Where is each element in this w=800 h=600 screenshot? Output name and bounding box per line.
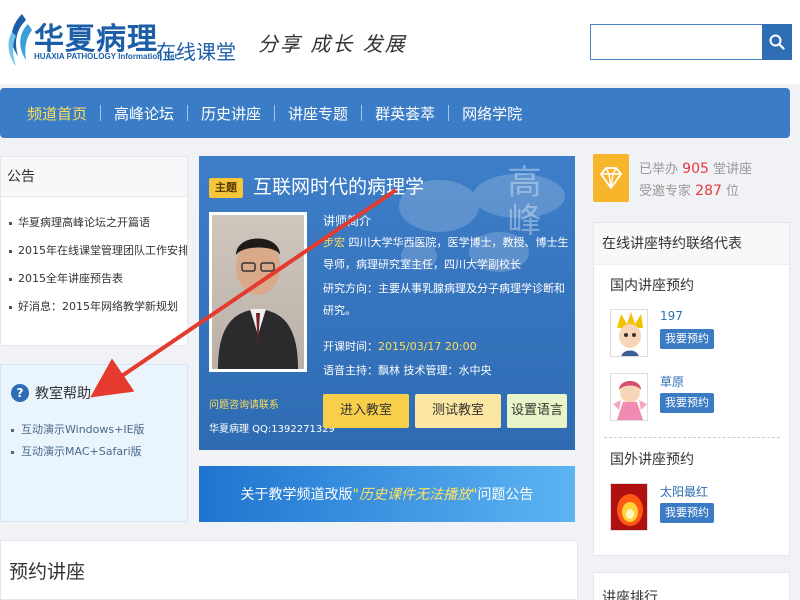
nav-item-elite[interactable]: 群英荟萃 <box>362 103 448 124</box>
notice-panel: 公告 华夏病理高峰论坛之开篇语 2015年在线课堂管理团队工作安排 2015全年… <box>0 156 188 346</box>
booked-lectures-title: 预约讲座 <box>9 561 86 583</box>
test-classroom-button[interactable]: 测试教室 <box>415 394 501 428</box>
avatar[interactable] <box>610 483 648 531</box>
main-nav: 频道首页 高峰论坛 历史讲座 讲座专题 群英荟萃 网络学院 <box>0 88 790 138</box>
lecturer-bio: 四川大学华西医院，医学博士，教授、博士生导师，病理研究室主任，四川大学副校长 <box>323 236 569 271</box>
rep-item: 197 我要预约 <box>610 309 780 359</box>
foreign-title: 国外讲座预约 <box>610 452 694 468</box>
avatar[interactable] <box>610 373 648 421</box>
help-link-windows[interactable]: 互动演示Windows+IE版 <box>11 419 145 441</box>
lecture-rank-title: 讲座排行 <box>602 590 658 600</box>
experts-stat: 受邀专家 287 位 <box>639 180 739 199</box>
lecture-staff: 语音主持：飘林 技术管理：水中央 <box>323 364 492 377</box>
notice-item[interactable]: 2015全年讲座预告表 <box>1 265 187 293</box>
lectures-held-stat: 已举办 905 堂讲座 <box>639 158 752 177</box>
notice-item-text[interactable]: 好消息：2015年网络教学新规划 <box>9 300 178 313</box>
lecturer-name: 步宏 <box>323 236 345 249</box>
notice-item-text[interactable]: 华夏病理高峰论坛之开篇语 <box>9 216 150 229</box>
rep-item: 草原 我要预约 <box>610 373 780 423</box>
notice-item-text[interactable]: 2015年在线课堂管理团队工作安排 <box>9 244 187 257</box>
contact-reps-title: 在线讲座特约联络代表 <box>594 223 789 265</box>
experts-prefix: 受邀专家 <box>639 184 692 199</box>
set-language-button[interactable]: 设置语言 <box>507 394 567 428</box>
stats-block: 已举办 905 堂讲座 受邀专家 287 位 <box>593 152 790 210</box>
lecturer-photo <box>209 212 307 372</box>
booked-lectures-panel: 预约讲座 <box>0 540 578 600</box>
help-title-text: 教室帮助 <box>35 386 91 402</box>
book-button[interactable]: 我要预约 <box>660 393 714 413</box>
lecture-rank-panel: 讲座排行 <box>593 572 790 600</box>
question-icon: ? <box>11 384 29 402</box>
topic-tag: 主题 <box>209 178 243 198</box>
diamond-icon <box>593 154 629 202</box>
notice-item[interactable]: 2015年在线课堂管理团队工作安排 <box>1 237 187 265</box>
lectures-held-prefix: 已举办 <box>639 162 679 177</box>
help-list: 互动演示Windows+IE版 互动演示MAC+Safari版 <box>11 419 145 463</box>
site-section-name: 在线课堂 <box>156 40 236 64</box>
nav-item-home[interactable]: 频道首页 <box>14 103 100 124</box>
lectures-held-suffix: 堂讲座 <box>713 162 753 177</box>
nav-item-topics[interactable]: 讲座专题 <box>275 103 361 124</box>
help-link-mac[interactable]: 互动演示MAC+Safari版 <box>11 441 145 463</box>
experts-suffix: 位 <box>726 184 740 199</box>
banner-highlight: "历史课件无法播放" <box>352 487 478 503</box>
rep-item: 太阳最红 我要预约 <box>610 483 780 533</box>
help-panel: ? 教室帮助 互动演示Windows+IE版 互动演示MAC+Safari版 <box>0 364 188 522</box>
banner-prefix: 关于教学频道改版 <box>240 487 353 503</box>
intro-label: 讲师简介 <box>323 214 372 228</box>
notice-title: 公告 <box>1 157 187 197</box>
consult-qq: 华夏病理 QQ:1392271329 <box>209 424 335 435</box>
book-button[interactable]: 我要预约 <box>660 503 714 523</box>
lecturer-intro: 步宏 四川大学华西医院，医学博士，教授、博士生导师，病理研究室主任，四川大学副校… <box>323 232 571 276</box>
consult-title: 问题咨询请联系 <box>209 400 279 411</box>
site-header: 华夏病理 HUAXIA PATHOLOGY Information Net 在线… <box>0 0 800 84</box>
notice-item[interactable]: 华夏病理高峰论坛之开篇语 <box>1 209 187 237</box>
announcement-banner[interactable]: 关于教学频道改版 "历史课件无法播放" 问题公告 <box>199 466 575 522</box>
enter-classroom-button[interactable]: 进入教室 <box>323 394 409 428</box>
search-icon <box>769 34 785 50</box>
notice-item[interactable]: 好消息：2015年网络教学新规划 <box>1 293 187 321</box>
rep-name[interactable]: 草原 <box>660 373 684 390</box>
lectures-held-count: 905 <box>682 161 709 177</box>
section-divider <box>604 437 780 438</box>
contact-reps-panel: 在线讲座特约联络代表 国内讲座预约 197 我要预约 草原 我要预约 国外讲座预… <box>593 222 790 556</box>
notice-item-text[interactable]: 2015全年讲座预告表 <box>9 272 123 285</box>
lecture-watermark: 高峰 <box>501 164 541 240</box>
avatar[interactable] <box>610 309 648 357</box>
research-direction: 研究方向：主要从事乳腺病理及分子病理学诊断和研究。 <box>323 282 565 317</box>
rep-name[interactable]: 197 <box>660 309 683 323</box>
time-label: 开课时间： <box>323 340 378 353</box>
experts-count: 287 <box>695 183 722 199</box>
nav-item-academy[interactable]: 网络学院 <box>449 103 535 124</box>
lecturer-portrait <box>218 238 298 369</box>
search-button[interactable] <box>762 24 792 60</box>
book-button[interactable]: 我要预约 <box>660 329 714 349</box>
notice-list: 华夏病理高峰论坛之开篇语 2015年在线课堂管理团队工作安排 2015全年讲座预… <box>1 197 187 321</box>
logo-icon[interactable] <box>4 12 34 68</box>
help-title: ? 教室帮助 <box>11 383 91 403</box>
domestic-title: 国内讲座预约 <box>610 278 694 294</box>
time-value: 2015/03/17 20:00 <box>378 340 477 353</box>
slogan: 分享 成长 发展 <box>258 32 407 56</box>
banner-suffix: 问题公告 <box>477 487 534 503</box>
nav-item-history[interactable]: 历史讲座 <box>188 103 274 124</box>
nav-item-forum[interactable]: 高峰论坛 <box>101 103 187 124</box>
lecture-time: 开课时间：2015/03/17 20:00 <box>323 338 477 354</box>
lecture-title[interactable]: 互联网时代的病理学 <box>253 172 424 199</box>
rep-name[interactable]: 太阳最红 <box>660 483 708 500</box>
search-input[interactable] <box>590 24 762 60</box>
lecture-card: 高峰 主题 互联网时代的病理学 讲师简介 步宏 四川大学华西医院，医学博士，教授… <box>199 156 575 450</box>
